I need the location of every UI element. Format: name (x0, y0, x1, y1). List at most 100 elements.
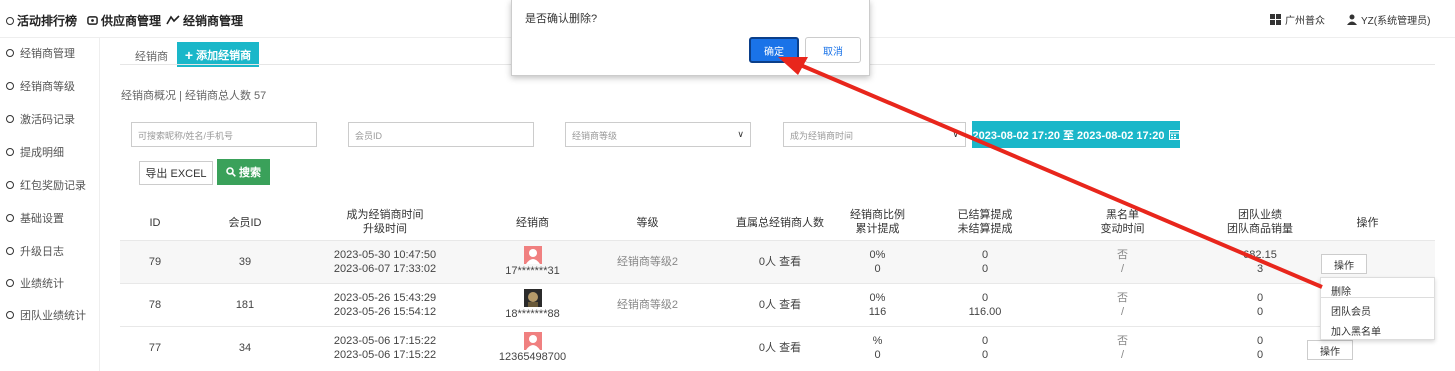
team-sales: 0 (1256, 306, 1264, 318)
dealer-phone: 17*******31 (505, 265, 560, 277)
total-commission: 116 (868, 306, 887, 318)
export-excel-button[interactable]: 导出 EXCEL (139, 161, 213, 185)
col-header-team: 团队业绩 团队商品销量 (1220, 208, 1300, 236)
header-line: 黑名单 (1106, 209, 1139, 221)
cell-team: 0 0 (1220, 334, 1300, 362)
sidebar-item-label: 提成明细 (20, 147, 64, 159)
sidebar-item-activation-codes[interactable]: 激活码记录 (6, 111, 75, 127)
topnav-item-label: 供应商管理 (101, 14, 162, 28)
dealer-phone: 12365498700 (498, 351, 567, 363)
confirm-message: 是否确认删除? (525, 13, 598, 25)
circle-icon (6, 115, 14, 123)
sidebar-item-basic-settings[interactable]: 基础设置 (6, 210, 64, 226)
col-header-ratio: 经销商比例 累计提成 (840, 208, 915, 236)
topnav-item-supplier[interactable]: 供应商管理 (87, 12, 161, 29)
sidebar-item-team-performance[interactable]: 团队业绩统计 (6, 307, 86, 323)
circle-icon (6, 279, 14, 287)
cell-direct-count: 0人 查看 (730, 341, 830, 355)
confirm-ok-button[interactable]: 确定 (749, 37, 799, 63)
col-header-level: 等级 (636, 217, 659, 229)
col-header-blacklist: 黑名单 变动时间 (1085, 208, 1160, 236)
cell-id: 79 (148, 256, 162, 268)
tab-dealer[interactable]: 经销商 (135, 48, 168, 64)
user-menu[interactable]: YZ(系统管理员) (1347, 12, 1430, 27)
cell-level: 经销商等级2 (616, 299, 679, 311)
cell-level: 经销商等级2 (616, 256, 679, 268)
team-sales: 3 (1256, 263, 1264, 275)
menu-item-add-blacklist[interactable]: 加入黑名单 (1331, 323, 1381, 338)
dealer-since: 2023-05-06 17:15:22 (333, 335, 437, 347)
sidebar-item-dealer-management[interactable]: 经销商管理 (6, 45, 75, 61)
view-link[interactable]: 查看 (779, 256, 801, 268)
header-line: 变动时间 (1100, 223, 1145, 235)
settled-commission: 0 (981, 335, 989, 347)
operation-button[interactable]: 操作 (1307, 340, 1353, 360)
cell-blacklist: 否 / (1085, 248, 1160, 276)
header-line: 成为经销商时间 (346, 209, 424, 221)
menu-item-delete[interactable]: 删除 (1331, 283, 1351, 298)
circle-icon (6, 148, 14, 156)
dealer-time-select[interactable]: 成为经销商时间 ∨ (783, 122, 966, 147)
view-link[interactable]: 查看 (779, 299, 801, 311)
menu-item-team-members[interactable]: 团队会员 (1331, 303, 1371, 318)
sidebar-item-label: 团队业绩统计 (20, 310, 86, 322)
sidebar-item-red-packet[interactable]: 红包奖励记录 (6, 177, 86, 193)
sidebar-item-commission[interactable]: 提成明细 (6, 144, 64, 160)
search-icon (226, 167, 236, 177)
view-link[interactable]: 查看 (779, 342, 801, 354)
blacklist-change-time: / (1120, 263, 1125, 275)
cell-member-id: 39 (238, 256, 252, 268)
operation-button[interactable]: 操作 (1321, 254, 1367, 274)
header-line: 升级时间 (363, 223, 407, 235)
cell-settled: 0 0 (945, 334, 1025, 362)
col-header-settled: 已结算提成 未结算提成 (945, 208, 1025, 236)
confirm-dialog: 是否确认删除? 确定 取消 (511, 0, 870, 76)
cell-blacklist: 否 / (1085, 334, 1160, 362)
sidebar-item-upgrade-log[interactable]: 升级日志 (6, 243, 64, 259)
region-switch[interactable]: 广州普众 (1270, 12, 1325, 27)
confirm-cancel-button[interactable]: 取消 (805, 37, 861, 63)
ratio-value: % (872, 335, 883, 347)
blacklist-status: 否 (1117, 335, 1128, 347)
circle-icon (6, 214, 14, 222)
topnav-item-label: 经销商管理 (183, 14, 244, 28)
ratio-value: 0% (869, 249, 886, 261)
date-range-picker[interactable]: 2023-08-02 17:20 至 2023-08-02 17:20 (972, 121, 1180, 148)
header-line: 团队商品销量 (1227, 223, 1293, 235)
dealer-since: 2023-05-30 10:47:50 (333, 249, 437, 261)
col-header-dealer: 经销商 (516, 217, 549, 229)
circle-icon (6, 311, 14, 319)
time-select-value: 成为经销商时间 (790, 131, 854, 141)
level-select-value: 经销商等级 (572, 131, 618, 141)
header-line: 未结算提成 (957, 223, 1013, 235)
sidebar: 经销商管理 经销商等级 激活码记录 提成明细 红包奖励记录 基础设置 升级日志 … (0, 38, 100, 371)
dealer-level-select[interactable]: 经销商等级 ∨ (565, 122, 751, 147)
dealer-summary: 经销商概况 | 经销商总人数 57 (121, 90, 267, 102)
search-button[interactable]: 搜索 (217, 159, 270, 185)
header-line: 已结算提成 (957, 209, 1013, 221)
cell-settled: 0 0 (945, 248, 1025, 276)
member-id-input[interactable]: 会员ID (348, 122, 534, 147)
sidebar-item-label: 红包奖励记录 (20, 180, 86, 192)
upgrade-time: 2023-06-07 17:33:02 (333, 263, 437, 275)
unsettled-commission: 0 (981, 349, 989, 361)
grid-icon (1270, 14, 1281, 25)
cell-dealer: 12365498700 (480, 332, 585, 364)
sidebar-item-label: 经销商等级 (20, 81, 75, 93)
topnav-item-dealer[interactable]: 经销商管理 (166, 12, 243, 29)
col-header-op: 操作 (1356, 217, 1379, 229)
circle-icon (6, 181, 14, 189)
cell-dealer-time: 2023-05-26 15:43:29 2023-05-26 15:54:12 (320, 291, 450, 319)
cell-member-id: 34 (238, 342, 252, 354)
sidebar-item-dealer-level[interactable]: 经销商等级 (6, 78, 75, 94)
search-input[interactable]: 可搜索昵称/姓名/手机号 (131, 122, 317, 147)
circle-icon (6, 247, 14, 255)
blacklist-status: 否 (1117, 249, 1128, 261)
sidebar-item-performance[interactable]: 业绩统计 (6, 275, 64, 291)
team-sales: 0 (1256, 349, 1264, 361)
cell-ratio: % 0 (840, 334, 915, 362)
cell-ratio: 0% 0 (840, 248, 915, 276)
sidebar-item-label: 基础设置 (20, 213, 64, 225)
sidebar-item-label: 激活码记录 (20, 114, 75, 126)
topnav-item-ranking[interactable]: 活动排行榜 (6, 12, 77, 29)
